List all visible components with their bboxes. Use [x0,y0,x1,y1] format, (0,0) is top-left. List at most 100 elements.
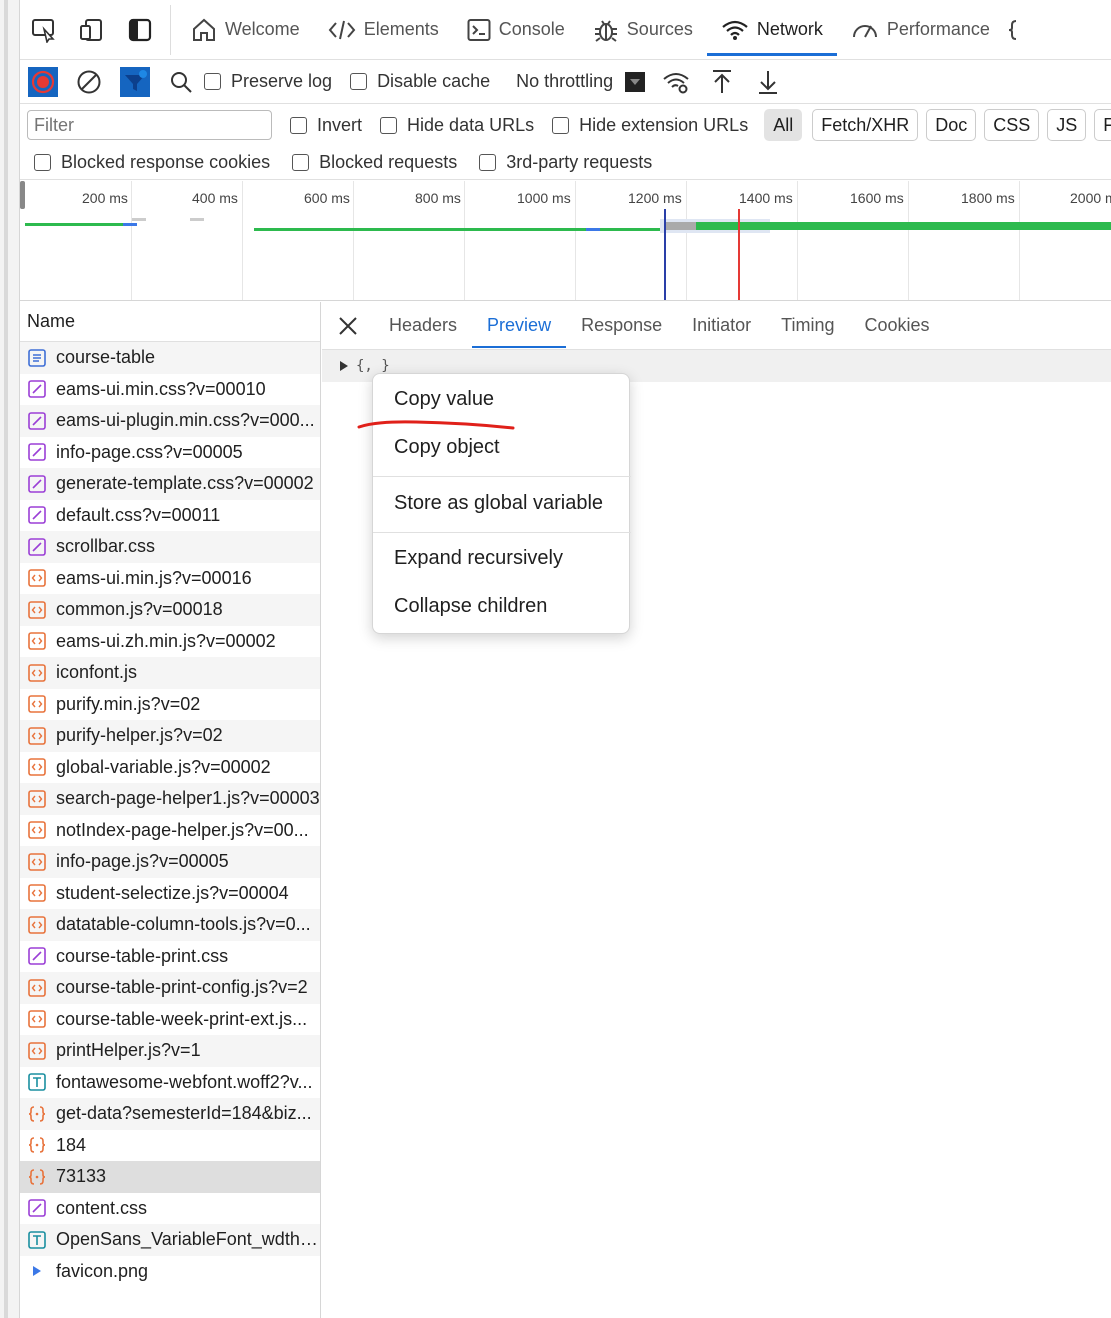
wifi-icon [722,20,748,40]
dock-side-icon[interactable] [116,0,164,60]
close-detail-button[interactable] [322,302,374,350]
request-row[interactable]: generate-template.css?v=00002 [20,468,320,500]
tab-cookies[interactable]: Cookies [850,302,945,350]
type-filter-all[interactable]: All [764,109,803,141]
download-icon [759,70,778,94]
request-name: purify.min.js?v=02 [56,693,201,714]
export-har-button[interactable] [745,60,791,104]
hide-extension-urls-checkbox[interactable]: Hide extension URLs [552,115,748,136]
tab-initiator[interactable]: Initiator [677,302,766,350]
request-row[interactable]: eams-ui.min.css?v=00010 [20,374,320,406]
device-toolbar-icon[interactable] [68,0,116,60]
search-icon [171,71,192,93]
tab-timing[interactable]: Timing [766,302,849,350]
document-icon [28,348,46,367]
filter-toggle-button[interactable] [112,60,158,104]
timeline-tick-label: 1800 ms [961,190,1015,206]
request-row[interactable]: fontawesome-webfont.woff2?v... [20,1067,320,1099]
menu-item-expand-recursively[interactable]: Expand recursively [394,547,563,570]
expand-triangle-icon[interactable] [340,361,348,371]
request-row[interactable]: course-table-print-config.js?v=2 [20,972,320,1004]
request-row[interactable]: datatable-column-tools.js?v=0... [20,909,320,941]
tab-network[interactable]: Network [706,0,837,60]
invert-checkbox[interactable]: Invert [290,115,362,136]
third-party-requests-checkbox[interactable]: 3rd-party requests [479,152,652,173]
request-row[interactable]: 73133 [20,1161,320,1193]
type-filter-fetch-xhr[interactable]: Fetch/XHR [812,109,919,141]
request-row[interactable]: scrollbar.css [20,531,320,563]
blocked-response-cookies-checkbox[interactable]: Blocked response cookies [34,152,270,173]
request-row[interactable]: content.css [20,1193,320,1225]
hide-data-urls-checkbox[interactable]: Hide data URLs [380,115,534,136]
tab-performance[interactable]: Performance [837,0,1004,60]
wifi-settings-icon [663,72,689,93]
record-button[interactable] [20,60,66,104]
js-file-icon [28,884,46,903]
menu-item-store-global[interactable]: Store as global variable [394,492,603,515]
request-row[interactable]: 184 [20,1130,320,1162]
tab-response[interactable]: Response [566,302,677,350]
type-filter-doc[interactable]: Doc [926,109,977,141]
request-row[interactable]: iconfont.js [20,657,320,689]
tab-headers[interactable]: Headers [374,302,472,350]
request-row[interactable]: purify.min.js?v=02 [20,689,320,721]
type-filter-js[interactable]: JS [1047,109,1087,141]
tab-label: Performance [886,19,990,39]
request-row[interactable]: common.js?v=00018 [20,594,320,626]
request-name: course-table-week-print-ext.js... [56,1008,308,1029]
request-row[interactable]: search-page-helper1.js?v=00003 [20,783,320,815]
css-file-icon [28,947,46,966]
request-row[interactable]: course-table-week-print-ext.js... [20,1004,320,1036]
request-row[interactable]: eams-ui.zh.min.js?v=00002 [20,626,320,658]
type-filter-css[interactable]: CSS [984,109,1040,141]
import-har-button[interactable] [699,60,745,104]
home-icon [193,18,215,41]
timeline-overview[interactable]: 200 ms 400 ms 600 ms 800 ms 1000 ms 1200… [20,181,1111,301]
type-filter-font[interactable]: Fon [1094,109,1111,141]
network-conditions-button[interactable] [653,60,699,104]
request-row[interactable]: default.css?v=00011 [20,500,320,532]
request-name: search-page-helper1.js?v=00003 [56,788,320,809]
preserve-log-checkbox[interactable]: Preserve log [204,71,332,92]
tab-elements[interactable]: Elements [314,0,453,60]
menu-item-copy-value[interactable]: Copy value [394,388,494,411]
tab-sources[interactable]: Sources [579,0,707,60]
request-name: datatable-column-tools.js?v=0... [56,914,311,935]
inspect-element-icon[interactable] [20,0,68,60]
request-row[interactable]: eams-ui-plugin.min.css?v=000... [20,405,320,437]
request-row[interactable]: course-table-print.css [20,941,320,973]
tab-welcome[interactable]: Welcome [177,0,314,60]
request-row[interactable]: course-table [20,342,320,374]
menu-item-copy-object[interactable]: Copy object [394,436,500,459]
request-row[interactable]: printHelper.js?v=1 [20,1035,320,1067]
menu-item-collapse-children[interactable]: Collapse children [394,595,547,618]
name-column-header[interactable]: Name [20,302,320,342]
throttling-select[interactable]: No throttling [508,60,653,104]
clear-button[interactable] [66,60,112,104]
tab-preview[interactable]: Preview [472,302,567,350]
request-row[interactable]: purify-helper.js?v=02 [20,720,320,752]
request-row[interactable]: notIndex-page-helper.js?v=00... [20,815,320,847]
request-row[interactable]: student-selectize.js?v=00004 [20,878,320,910]
request-row[interactable]: info-page.js?v=00005 [20,846,320,878]
js-file-icon [28,821,46,840]
upload-icon [713,69,732,93]
timeline-tick-label: 1400 ms [739,190,793,206]
blocked-requests-checkbox[interactable]: Blocked requests [292,152,457,173]
request-row[interactable]: favicon.png [20,1256,320,1288]
request-row[interactable]: OpenSans_VariableFont_wdth_... [20,1224,320,1256]
request-name: info-page.js?v=00005 [56,851,229,872]
search-button[interactable] [158,60,204,104]
request-name: common.js?v=00018 [56,599,223,620]
tab-console[interactable]: Console [453,0,579,60]
left-gutter [0,0,20,1318]
timeline-left-handle[interactable] [20,181,25,209]
more-tabs-icon[interactable] [1004,0,1030,60]
request-row[interactable]: eams-ui.min.js?v=00016 [20,563,320,595]
disable-cache-checkbox[interactable]: Disable cache [350,71,490,92]
request-row[interactable]: info-page.css?v=00005 [20,437,320,469]
filter-input[interactable] [27,110,272,140]
request-row[interactable]: get-data?semesterId=184&biz... [20,1098,320,1130]
request-row[interactable]: global-variable.js?v=00002 [20,752,320,784]
request-name: printHelper.js?v=1 [56,1040,201,1061]
